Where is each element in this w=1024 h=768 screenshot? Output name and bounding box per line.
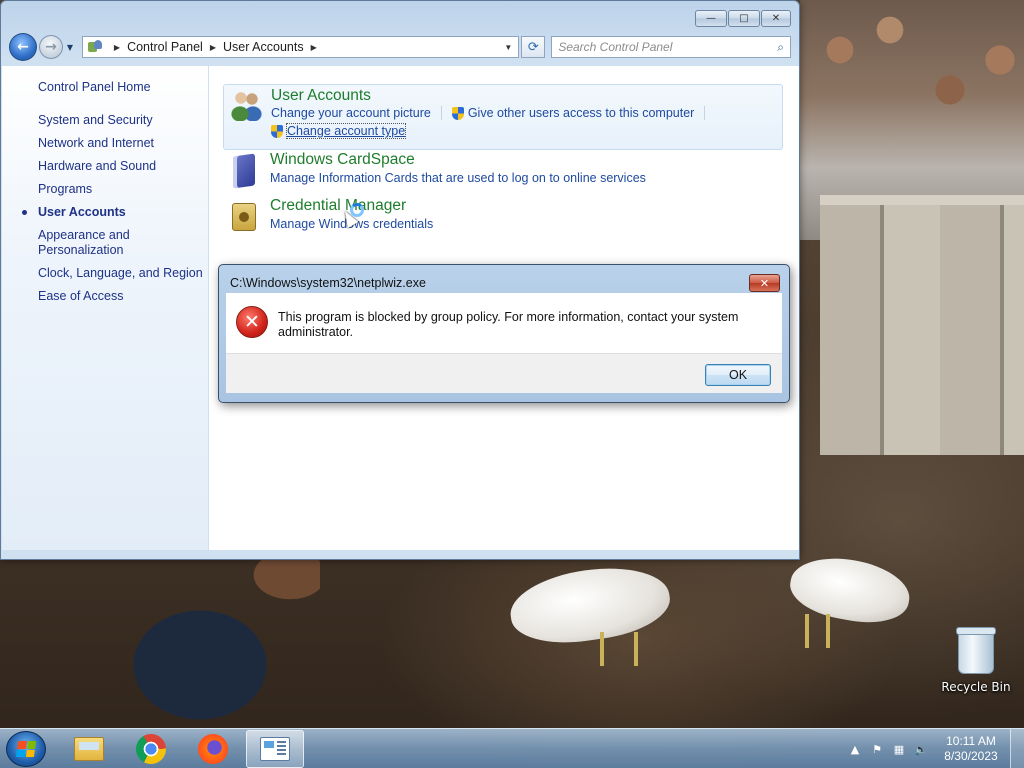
forward-button[interactable]: → — [38, 35, 63, 59]
clock-date: 8/30/2023 — [944, 749, 998, 763]
breadcrumb-control-panel[interactable]: Control Panel — [127, 40, 203, 54]
uac-shield-icon — [271, 124, 283, 138]
recent-pages-dropdown[interactable]: ▼ — [64, 43, 76, 52]
breadcrumb-chevron-icon[interactable]: ▶ — [114, 43, 120, 52]
caption-buttons: — □ ✕ — [695, 10, 791, 27]
system-tray: ▲ ⚑ ▦ 🔈 10:11 AM 8/30/2023 — [844, 729, 1024, 768]
control-panel-icon — [87, 39, 103, 55]
category-title[interactable]: Windows CardSpace — [270, 151, 415, 169]
volume-icon[interactable]: 🔈 — [910, 743, 932, 756]
sidebar-item-clock-language-region[interactable]: Clock, Language, and Region — [2, 266, 208, 281]
category-user-accounts: User Accounts Change your account pictur… — [223, 84, 783, 150]
address-dropdown-icon[interactable]: ▼ — [498, 43, 518, 52]
breadcrumb-user-accounts[interactable]: User Accounts — [223, 40, 304, 54]
firefox-icon — [198, 734, 228, 764]
search-input[interactable]: Search Control Panel ⌕ — [551, 36, 791, 58]
clock[interactable]: 10:11 AM 8/30/2023 — [936, 734, 1006, 764]
category-credential-manager: Credential Manager Manage Windows creden… — [223, 197, 783, 237]
windows-logo-icon — [15, 741, 37, 757]
wallpaper-figure — [90, 555, 320, 730]
cardspace-icon[interactable] — [233, 153, 255, 189]
dialog-message: This program is blocked by group policy.… — [278, 310, 739, 339]
ok-button[interactable]: OK — [705, 364, 771, 386]
wallpaper-rooster — [505, 559, 675, 651]
dialog-footer: OK — [226, 353, 782, 393]
category-links: Change account type — [271, 123, 407, 139]
link-change-account-type[interactable]: Change account type — [285, 123, 407, 139]
dialog-body: ✕ This program is blocked by group polic… — [226, 293, 782, 353]
error-icon: ✕ — [236, 306, 268, 338]
busy-spinner-icon — [350, 203, 364, 217]
refresh-button[interactable]: ⟳ — [521, 36, 546, 58]
navigation-bar: ← → ▼ ▶ Control Panel ▶ User Accounts ▶ … — [9, 33, 791, 61]
sidebar-item-control-panel-home[interactable]: Control Panel Home — [2, 80, 208, 95]
category-cardspace: Windows CardSpace Manage Information Car… — [223, 151, 783, 191]
uac-shield-icon — [451, 106, 464, 120]
taskbar: ▲ ⚑ ▦ 🔈 10:11 AM 8/30/2023 — [0, 728, 1024, 768]
category-links: Manage Information Cards that are used t… — [270, 171, 646, 185]
sidebar-item-network-internet[interactable]: Network and Internet — [2, 136, 208, 151]
sidebar-item-label: Personalization — [38, 243, 124, 257]
taskbar-firefox[interactable] — [184, 730, 242, 768]
search-icon[interactable]: ⌕ — [777, 40, 784, 55]
sidebar-item-hardware-sound[interactable]: Hardware and Sound — [2, 159, 208, 174]
link-manage-information-cards[interactable]: Manage Information Cards that are used t… — [270, 171, 646, 185]
search-placeholder: Search Control Panel — [558, 40, 673, 54]
user-accounts-icon[interactable] — [230, 89, 262, 121]
category-title[interactable]: Credential Manager — [270, 197, 406, 215]
taskbar-chrome[interactable] — [122, 730, 180, 768]
rooster-leg — [634, 632, 638, 666]
sidebar-item-user-accounts[interactable]: User Accounts — [2, 205, 208, 220]
address-bar[interactable]: ▶ Control Panel ▶ User Accounts ▶ ▼ — [81, 36, 520, 58]
sidebar-item-ease-of-access[interactable]: Ease of Access — [2, 289, 208, 304]
recycle-bin-label: Recycle Bin — [941, 680, 1011, 694]
sidebar-item-system-security[interactable]: System and Security — [2, 113, 208, 128]
maximize-button[interactable]: □ — [728, 10, 760, 27]
link-divider — [440, 106, 442, 120]
breadcrumb-chevron-icon[interactable]: ▶ — [210, 43, 216, 52]
rooster-leg — [826, 614, 830, 648]
chrome-icon — [136, 734, 166, 764]
taskbar-windows-explorer[interactable] — [60, 730, 118, 768]
sidebar-item-appearance[interactable]: Appearance and Personalization — [2, 228, 208, 258]
show-hidden-icons-button[interactable]: ▲ — [844, 743, 866, 756]
windows-explorer-icon — [74, 737, 104, 761]
sidebar-item-label: Appearance and — [38, 228, 130, 242]
dialog-close-button[interactable]: ✕ — [749, 274, 780, 292]
breadcrumb-chevron-icon[interactable]: ▶ — [311, 43, 317, 52]
wallpaper-fence — [820, 195, 1024, 455]
recycle-bin-icon — [956, 627, 996, 674]
category-links: Change your account picture Give other u… — [271, 106, 715, 120]
sidebar: Control Panel Home System and Security N… — [2, 66, 208, 550]
sidebar-item-programs[interactable]: Programs — [2, 182, 208, 197]
recycle-bin[interactable]: Recycle Bin — [938, 627, 1014, 694]
error-dialog: C:\Windows\system32\netplwiz.exe ✕ ✕ Thi… — [218, 264, 790, 403]
back-button[interactable]: ← — [9, 33, 37, 61]
action-center-flag-icon[interactable]: ⚑ — [866, 743, 888, 756]
link-divider — [704, 106, 706, 120]
control-panel-icon — [260, 737, 290, 761]
rooster-leg — [805, 614, 809, 648]
start-button[interactable] — [6, 731, 46, 767]
dialog-title: C:\Windows\system32\netplwiz.exe — [230, 276, 426, 290]
network-icon[interactable]: ▦ — [888, 743, 910, 756]
rooster-leg — [600, 632, 604, 666]
credential-manager-icon[interactable] — [232, 203, 256, 231]
minimize-button[interactable]: — — [695, 10, 727, 27]
taskbar-control-panel[interactable] — [246, 730, 304, 768]
link-give-users-access[interactable]: Give other users access to this computer — [468, 106, 694, 120]
show-desktop-button[interactable] — [1010, 729, 1024, 768]
category-title[interactable]: User Accounts — [271, 87, 371, 105]
close-window-button[interactable]: ✕ — [761, 10, 791, 27]
link-change-account-picture[interactable]: Change your account picture — [271, 106, 431, 120]
clock-time: 10:11 AM — [946, 734, 996, 748]
